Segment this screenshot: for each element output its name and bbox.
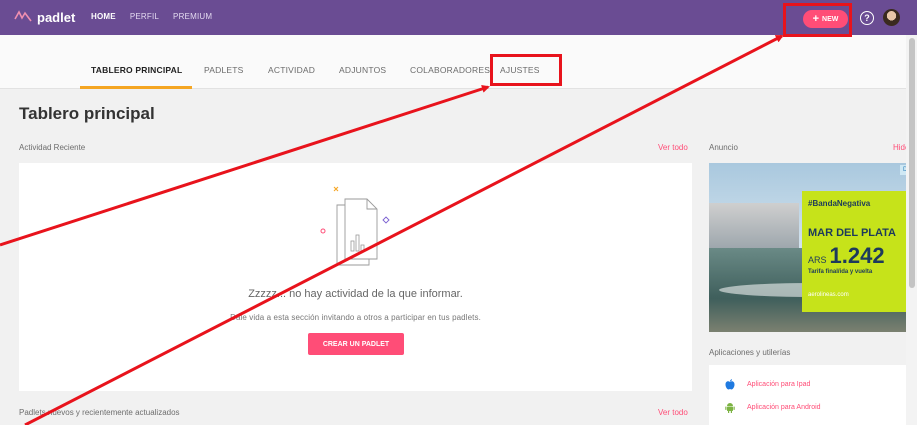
arrow-to-ajustes — [0, 85, 490, 247]
arrow-to-new — [24, 34, 784, 425]
annotation-arrows — [0, 34, 784, 425]
